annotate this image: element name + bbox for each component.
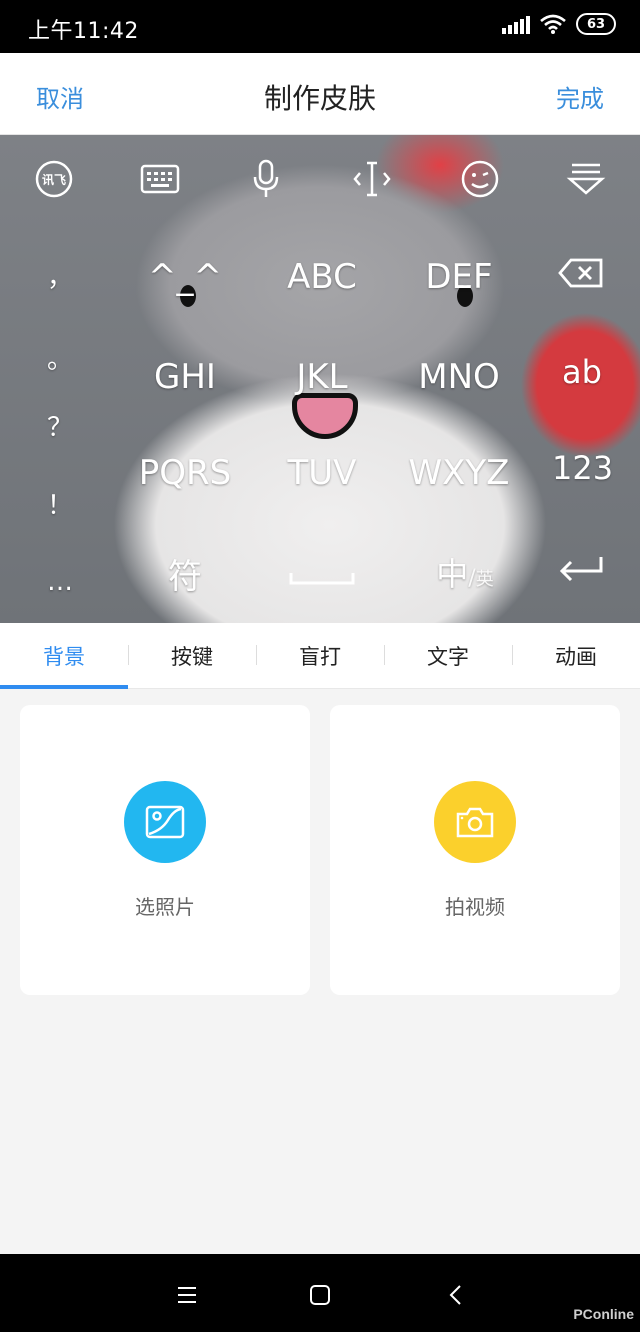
- punct-key-ellipsis[interactable]: …: [40, 567, 80, 597]
- emoji-icon[interactable]: [458, 157, 502, 201]
- photo-icon: [124, 781, 206, 863]
- battery-level: 63: [586, 16, 606, 32]
- ifly-logo-text: 讯飞: [41, 172, 66, 187]
- active-tab-indicator: [0, 685, 128, 689]
- key-english-mode[interactable]: ab: [552, 353, 612, 391]
- key-wxyz[interactable]: WXYZ: [384, 453, 534, 493]
- key-lang-switch[interactable]: 中/英: [420, 549, 510, 595]
- keyboard-icon[interactable]: [138, 157, 182, 201]
- camera-icon: [434, 781, 516, 863]
- record-video-card[interactable]: 拍视频: [330, 705, 620, 995]
- tab-blind-typing[interactable]: 盲打: [256, 623, 384, 689]
- key-mno[interactable]: MNO: [384, 357, 534, 397]
- tab-animation[interactable]: 动画: [512, 623, 640, 689]
- key-tuv[interactable]: TUV: [247, 453, 397, 493]
- tab-bar: 背景 按键 盲打 文字 动画: [0, 623, 640, 689]
- watermark: PConline: [573, 1306, 634, 1322]
- status-icons: 63: [502, 13, 616, 35]
- key-symbols[interactable]: 符: [110, 549, 260, 598]
- system-nav-bar: PConline: [0, 1254, 640, 1332]
- ifly-logo-icon[interactable]: 讯飞: [32, 157, 76, 201]
- keyboard-toolbar: 讯飞: [0, 135, 640, 225]
- punct-key-exclaim[interactable]: ！: [40, 485, 80, 522]
- record-video-label: 拍视频: [445, 895, 505, 919]
- key-jkl[interactable]: JKL: [247, 357, 397, 397]
- signal-icon: [502, 14, 530, 34]
- enter-icon[interactable]: [556, 553, 606, 587]
- key-space[interactable]: [285, 555, 359, 589]
- key-abc[interactable]: ABC: [247, 257, 397, 297]
- select-photo-label: 选照片: [135, 895, 195, 919]
- page-title: 制作皮肤: [263, 82, 376, 115]
- home-icon[interactable]: [305, 1280, 335, 1310]
- punct-key-comma[interactable]: ，: [40, 257, 80, 294]
- back-icon[interactable]: [440, 1280, 470, 1310]
- status-bar: 上午11:42 63: [0, 0, 640, 53]
- lang-sub-label: 英: [475, 569, 494, 590]
- key-emoticon[interactable]: ^_^: [110, 257, 260, 297]
- done-button[interactable]: 完成: [556, 79, 604, 114]
- wifi-icon: [540, 14, 566, 34]
- header: 取消 制作皮肤 完成: [0, 53, 640, 135]
- punct-key-period[interactable]: 。: [40, 339, 80, 376]
- collapse-keyboard-icon[interactable]: [564, 157, 608, 201]
- backspace-icon[interactable]: [556, 257, 606, 293]
- status-time: 上午11:42: [28, 19, 139, 44]
- lang-main-label: 中: [436, 555, 469, 593]
- key-pqrs[interactable]: PQRS: [110, 453, 260, 493]
- key-ghi[interactable]: GHI: [110, 357, 260, 397]
- key-def[interactable]: DEF: [384, 257, 534, 297]
- cursor-icon[interactable]: [350, 157, 394, 201]
- menu-icon[interactable]: [172, 1280, 202, 1310]
- select-photo-card[interactable]: 选照片: [20, 705, 310, 995]
- battery-indicator: 63: [576, 13, 616, 35]
- plush-mouth: [292, 393, 358, 439]
- punct-key-question[interactable]: ？: [40, 407, 80, 444]
- tab-background[interactable]: 背景: [0, 623, 128, 689]
- tab-text[interactable]: 文字: [384, 623, 512, 689]
- keyboard-preview: 讯飞 ， 。 ？ ！ … ^_^ ABC DEF GHI JKL MNO PQR…: [0, 135, 640, 623]
- microphone-icon[interactable]: [244, 157, 288, 201]
- key-number-mode[interactable]: 123: [552, 449, 613, 487]
- tab-keys[interactable]: 按键: [128, 623, 256, 689]
